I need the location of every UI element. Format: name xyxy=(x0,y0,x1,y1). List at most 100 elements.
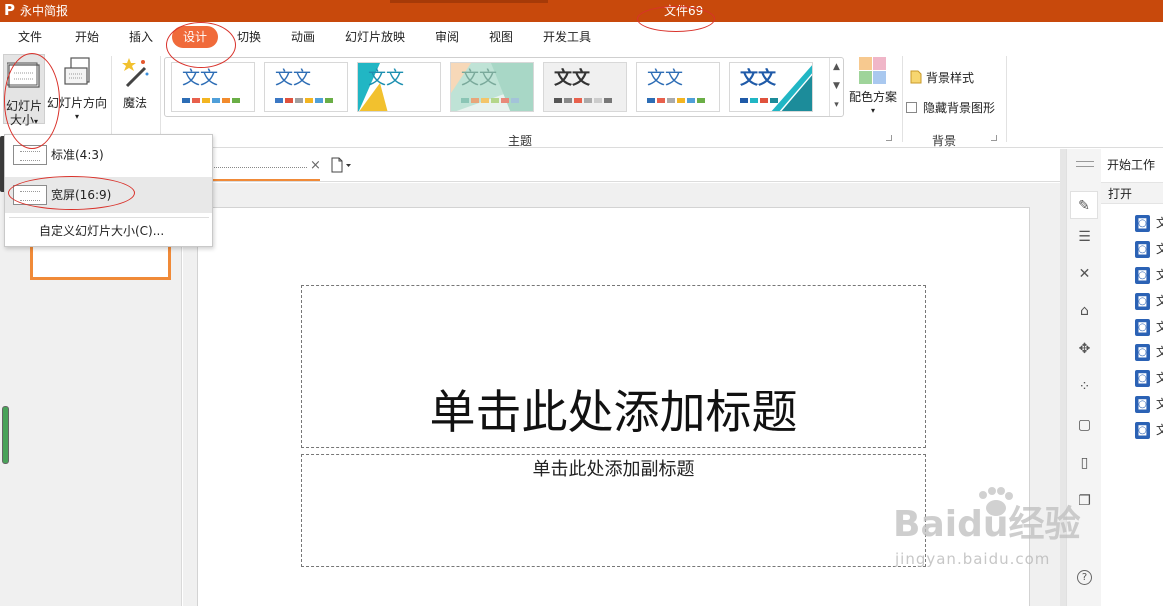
standard-size-option[interactable]: 标准(4:3) xyxy=(5,137,212,173)
document-icon: ◙ xyxy=(1135,241,1150,258)
theme-option-4[interactable]: 文文 xyxy=(450,62,534,112)
slide-orientation-button[interactable]: 幻灯片方向 ▾ xyxy=(46,54,108,124)
chevron-down-icon: ▾ xyxy=(34,117,39,126)
document-icon: ◙ xyxy=(1135,344,1150,361)
theme-sample-text: 文文 xyxy=(275,68,311,89)
app-logo-icon: P xyxy=(4,1,15,19)
slide-orientation-icon xyxy=(64,57,90,85)
document-tab-strip: × xyxy=(182,149,1060,182)
theme-sample-text: 文文 xyxy=(554,68,590,89)
tab-developer[interactable]: 开发工具 xyxy=(543,29,591,45)
open-section-header[interactable]: 打开 xyxy=(1101,182,1163,204)
document-icon: ◙ xyxy=(1135,215,1150,232)
tools-icon[interactable]: ✕ xyxy=(1076,266,1093,283)
chevron-down-icon: ▾ xyxy=(870,106,875,115)
theme-group-label: 主题 xyxy=(508,134,533,148)
background-style-button[interactable]: 背景样式 xyxy=(910,70,974,85)
theme-option-6[interactable]: 文文 xyxy=(636,62,720,112)
tab-insert[interactable]: 插入 xyxy=(129,29,153,45)
magic-button[interactable]: 魔法 xyxy=(114,54,156,124)
pencil-icon[interactable]: ✎ xyxy=(1070,191,1098,219)
tab-animations[interactable]: 动画 xyxy=(291,29,315,45)
open-section-label: 打开 xyxy=(1108,187,1133,201)
widescreen-size-label: 宽屏(16:9) xyxy=(51,188,112,202)
theme-option-2[interactable]: 文文 xyxy=(264,62,348,112)
app-name: 永中简报 xyxy=(20,4,69,18)
recent-file-item[interactable]: ◙ 文 xyxy=(1135,370,1163,388)
color-scheme-button[interactable]: 配色方案 ▾ xyxy=(846,56,900,120)
watermark: Baidu经验 jingyan.baidu.com xyxy=(893,487,1103,580)
document-icon: ◙ xyxy=(1135,267,1150,284)
chevron-up-icon[interactable]: ▲ xyxy=(830,58,843,77)
slide-standard-icon xyxy=(13,145,47,165)
document-icon: ◙ xyxy=(1135,396,1150,413)
document-icon: ◙ xyxy=(1135,293,1150,310)
theme-option-1[interactable]: 文文 xyxy=(171,62,255,112)
theme-gallery: 文文 文文 文文 文文 文文 文文 文文 ▲ ▼ ▾ xyxy=(164,57,844,117)
background-style-label: 背景样式 xyxy=(926,71,975,85)
chevron-down-icon[interactable]: ▼ xyxy=(830,77,843,96)
recent-file-item[interactable]: ◙ 文 xyxy=(1135,293,1163,311)
sliders-icon[interactable]: ☰ xyxy=(1076,229,1093,246)
pane-grip-icon[interactable] xyxy=(1076,161,1094,167)
tab-file[interactable]: 文件 xyxy=(18,29,42,45)
hide-background-checkbox-row[interactable]: 隐藏背景图形 xyxy=(906,101,995,115)
clipboard-icon[interactable]: ▯ xyxy=(1076,455,1093,472)
custom-size-option[interactable]: 自定义幻灯片大小(C)... xyxy=(39,224,164,238)
tab-design[interactable]: 设计 xyxy=(172,26,219,48)
task-pane: 开始工作 打开 ◙ 文 ◙ 文 ◙ 文 ◙ 文 ◙ 文 ◙ 文 ◙ 文 ◙ 文 ◙ 文 xyxy=(1101,149,1163,606)
menu-bar: 文件 开始 插入 设计 切换 动画 幻灯片放映 审阅 视图 开发工具 xyxy=(0,22,1163,52)
slide-size-button[interactable]: 幻灯片 大小▾ xyxy=(3,54,45,127)
widescreen-size-option[interactable]: 宽屏(16:9) xyxy=(5,177,212,213)
color-palette-icon xyxy=(859,57,886,84)
subtitle-placeholder[interactable]: 单击此处添加副标题 xyxy=(301,454,926,567)
recent-file-item[interactable]: ◙ 文 xyxy=(1135,241,1163,259)
tab-slideshow[interactable]: 幻灯片放映 xyxy=(345,29,405,45)
slide-widescreen-icon xyxy=(13,185,47,205)
side-indicator xyxy=(2,406,9,464)
slide-size-label-1: 幻灯片 xyxy=(5,99,42,113)
recent-file-item[interactable]: ◙ 文 xyxy=(1135,422,1163,440)
tab-review[interactable]: 审阅 xyxy=(435,29,459,45)
close-icon[interactable]: × xyxy=(310,158,321,173)
theme-sample-text: 文文 xyxy=(740,68,776,89)
theme-sample-text: 文文 xyxy=(368,68,404,89)
recent-file-item[interactable]: ◙ 文 xyxy=(1135,344,1163,362)
document-icon: ◙ xyxy=(1135,422,1150,439)
watermark-url: jingyan.baidu.com xyxy=(895,550,1051,568)
theme-option-7[interactable]: 文文 xyxy=(729,62,813,112)
page-icon xyxy=(910,70,922,84)
theme-sample-text: 文文 xyxy=(182,68,218,89)
grid-icon[interactable]: ⁘ xyxy=(1076,379,1093,396)
gallery-expand-icon[interactable]: ▾ xyxy=(830,96,843,115)
theme-option-3[interactable]: 文文 xyxy=(357,62,441,112)
slide-size-label-2: 大小▾ xyxy=(9,113,39,127)
color-scheme-label: 配色方案 xyxy=(848,90,897,104)
magic-label: 魔法 xyxy=(122,96,147,110)
move-icon[interactable]: ✥ xyxy=(1076,341,1093,358)
brush-icon[interactable]: ⌂ xyxy=(1076,303,1093,320)
document-icon: ◙ xyxy=(1135,370,1150,387)
slide-thumbnail[interactable] xyxy=(30,245,171,280)
tab-transitions[interactable]: 切换 xyxy=(237,29,261,45)
tab-view[interactable]: 视图 xyxy=(489,29,513,45)
recent-file-item[interactable]: ◙ 文 xyxy=(1135,319,1163,337)
title-bar: P 永中简报 文件69 xyxy=(0,0,1163,22)
title-placeholder-text: 单击此处添加标题 xyxy=(429,385,798,439)
recent-file-item[interactable]: ◙ 文 xyxy=(1135,215,1163,233)
document-icon: ◙ xyxy=(1135,319,1150,336)
recent-file-item[interactable]: ◙ 文 xyxy=(1135,396,1163,414)
document-title: 文件69 xyxy=(664,4,704,18)
new-document-icon[interactable] xyxy=(330,157,352,177)
theme-option-5[interactable]: 文文 xyxy=(543,62,627,112)
hide-background-checkbox[interactable] xyxy=(906,102,917,113)
task-pane-title: 开始工作 xyxy=(1107,158,1156,172)
tab-home[interactable]: 开始 xyxy=(75,29,99,45)
image-icon[interactable]: ▢ xyxy=(1076,417,1093,434)
recent-file-item[interactable]: ◙ 文 xyxy=(1135,267,1163,285)
title-placeholder[interactable]: 单击此处添加标题 xyxy=(301,285,926,448)
dialog-launcher-icon[interactable] xyxy=(991,135,997,141)
theme-gallery-scroll[interactable]: ▲ ▼ ▾ xyxy=(829,58,843,116)
dialog-launcher-icon[interactable] xyxy=(886,135,892,141)
menu-divider xyxy=(9,217,209,218)
